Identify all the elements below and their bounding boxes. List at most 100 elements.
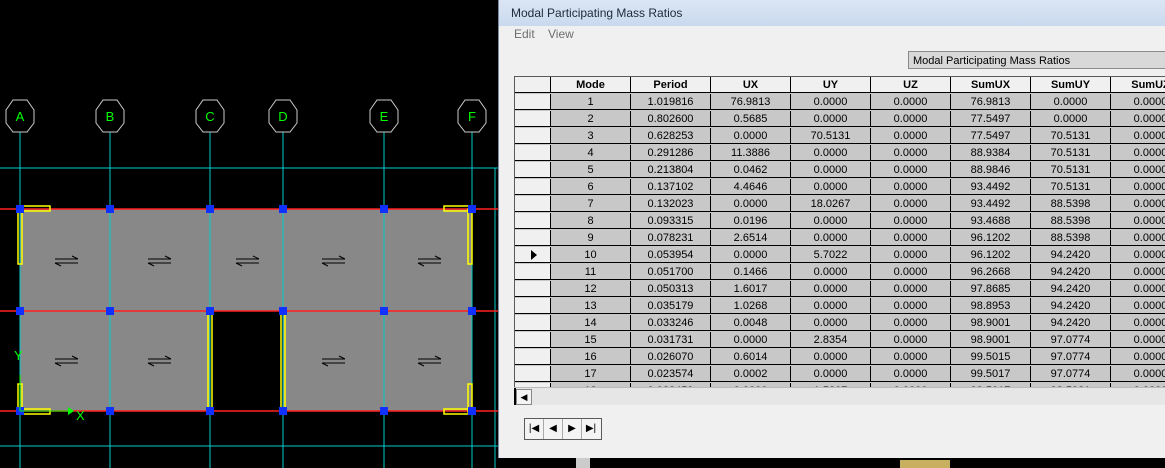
- table-cell[interactable]: 1.6017: [711, 281, 791, 297]
- table-cell[interactable]: 10: [551, 247, 631, 263]
- table-cell[interactable]: 0.0462: [711, 162, 791, 178]
- table-cell[interactable]: 0.0000: [791, 366, 871, 382]
- nav-prev-button[interactable]: ◀: [544, 419, 563, 439]
- table-row[interactable]: 13 0.035179 1.0268 0.0000 0.0000 98.8953 94.24…: [515, 298, 1165, 315]
- table-cell[interactable]: 9: [551, 230, 631, 246]
- table-cell[interactable]: 0.0000: [1111, 230, 1165, 246]
- column-header[interactable]: SumUX: [951, 77, 1031, 93]
- table-cell[interactable]: 0.0000: [1111, 247, 1165, 263]
- table-cell[interactable]: 0.0000: [791, 281, 871, 297]
- nav-last-button[interactable]: ▶|: [582, 419, 600, 439]
- table-cell[interactable]: 94.2420: [1031, 264, 1111, 280]
- table-select-dropdown[interactable]: Modal Participating Mass Ratios: [908, 51, 1165, 69]
- table-cell[interactable]: 70.5131: [1031, 128, 1111, 144]
- table-cell[interactable]: 0.0000: [871, 111, 951, 127]
- table-cell[interactable]: 0.0000: [871, 145, 951, 161]
- mass-ratio-table[interactable]: ModePeriodUXUYUZSumUXSumUYSumUZ11.019816…: [514, 76, 1165, 388]
- table-cell[interactable]: 99.5017: [951, 366, 1031, 382]
- table-cell[interactable]: 7: [551, 196, 631, 212]
- table-cell[interactable]: 2: [551, 111, 631, 127]
- table-cell[interactable]: 0.291286: [631, 145, 711, 161]
- table-cell[interactable]: 0.0000: [871, 230, 951, 246]
- table-cell[interactable]: 15: [551, 332, 631, 348]
- table-cell[interactable]: 0.0000: [791, 145, 871, 161]
- menu-edit[interactable]: Edit: [514, 27, 535, 41]
- row-selector[interactable]: [515, 349, 551, 365]
- table-cell[interactable]: 0.0000: [791, 162, 871, 178]
- table-cell[interactable]: 0.0002: [711, 366, 791, 382]
- table-cell[interactable]: 0.0000: [791, 213, 871, 229]
- table-cell[interactable]: 0.0000: [871, 162, 951, 178]
- table-cell[interactable]: 0.0000: [1111, 179, 1165, 195]
- table-cell[interactable]: 0.0000: [711, 128, 791, 144]
- table-row[interactable]: 11 0.051700 0.1466 0.0000 0.0000 96.2668 94.24…: [515, 264, 1165, 281]
- table-cell[interactable]: 0.051700: [631, 264, 711, 280]
- table-cell[interactable]: 0.0000: [791, 264, 871, 280]
- table-cell[interactable]: 5: [551, 162, 631, 178]
- modal-mass-ratios-window[interactable]: Modal Participating Mass Ratios Edit Vie…: [498, 0, 1165, 458]
- table-cell[interactable]: 0.0000: [871, 196, 951, 212]
- table-cell[interactable]: 0.802600: [631, 111, 711, 127]
- table-cell[interactable]: 96.1202: [951, 230, 1031, 246]
- table-cell[interactable]: 97.0774: [1031, 349, 1111, 365]
- row-selector[interactable]: [515, 366, 551, 382]
- row-selector[interactable]: [515, 179, 551, 195]
- table-cell[interactable]: 0.033246: [631, 315, 711, 331]
- table-cell[interactable]: 11.3886: [711, 145, 791, 161]
- table-cell[interactable]: 88.9846: [951, 162, 1031, 178]
- table-cell[interactable]: 93.4688: [951, 213, 1031, 229]
- table-cell[interactable]: 0.0000: [791, 230, 871, 246]
- table-cell[interactable]: 0.0000: [711, 247, 791, 263]
- scroll-left-button[interactable]: ◀: [516, 389, 532, 405]
- table-cell[interactable]: 0.0000: [871, 298, 951, 314]
- table-cell[interactable]: 0.093315: [631, 213, 711, 229]
- table-row[interactable]: 16 0.026070 0.6014 0.0000 0.0000 99.5015 97.07…: [515, 349, 1165, 366]
- table-cell[interactable]: 97.0774: [1031, 366, 1111, 382]
- table-cell[interactable]: 96.1202: [951, 247, 1031, 263]
- table-cell[interactable]: 70.5131: [1031, 179, 1111, 195]
- table-cell[interactable]: 97.0774: [1031, 332, 1111, 348]
- table-row[interactable]: 1 1.019816 76.9813 0.0000 0.0000 76.9813 0.000…: [515, 94, 1165, 111]
- table-row[interactable]: 9 0.078231 2.6514 0.0000 0.0000 96.1202 88.539…: [515, 230, 1165, 247]
- table-cell[interactable]: 0.137102: [631, 179, 711, 195]
- table-cell[interactable]: 88.5398: [1031, 196, 1111, 212]
- nav-next-button[interactable]: ▶: [563, 419, 582, 439]
- table-cell[interactable]: 14: [551, 315, 631, 331]
- table-cell[interactable]: 99.5015: [951, 349, 1031, 365]
- table-cell[interactable]: 0.628253: [631, 128, 711, 144]
- table-cell[interactable]: 17: [551, 366, 631, 382]
- column-header[interactable]: Mode: [551, 77, 631, 93]
- table-cell[interactable]: 0.0000: [1111, 196, 1165, 212]
- table-cell[interactable]: 0.5685: [711, 111, 791, 127]
- row-selector[interactable]: [515, 162, 551, 178]
- table-cell[interactable]: 1.019816: [631, 94, 711, 110]
- table-cell[interactable]: 0.053954: [631, 247, 711, 263]
- table-cell[interactable]: 93.4492: [951, 179, 1031, 195]
- table-cell[interactable]: 0.050313: [631, 281, 711, 297]
- table-cell[interactable]: 0.0000: [1111, 128, 1165, 144]
- table-row[interactable]: 7 0.132023 0.0000 18.0267 0.0000 93.4492 88.53…: [515, 196, 1165, 213]
- column-header[interactable]: SumUZ: [1111, 77, 1165, 93]
- table-row[interactable]: 17 0.023574 0.0002 0.0000 0.0000 99.5017 97.07…: [515, 366, 1165, 383]
- table-cell[interactable]: 0.1466: [711, 264, 791, 280]
- table-row[interactable]: 5 0.213804 0.0462 0.0000 0.0000 88.9846 70.513…: [515, 162, 1165, 179]
- table-cell[interactable]: 0.0000: [1111, 315, 1165, 331]
- table-row[interactable]: 8 0.093315 0.0196 0.0000 0.0000 93.4688 88.539…: [515, 213, 1165, 230]
- table-cell[interactable]: 94.2420: [1031, 281, 1111, 297]
- table-cell[interactable]: 8: [551, 213, 631, 229]
- table-cell[interactable]: 98.9001: [951, 332, 1031, 348]
- table-cell[interactable]: 0.078231: [631, 230, 711, 246]
- table-cell[interactable]: 4.4646: [711, 179, 791, 195]
- table-cell[interactable]: 2.6514: [711, 230, 791, 246]
- column-header[interactable]: UZ: [871, 77, 951, 93]
- menu-view[interactable]: View: [548, 27, 574, 41]
- table-cell[interactable]: 76.9813: [951, 94, 1031, 110]
- row-selector[interactable]: [515, 298, 551, 314]
- table-cell[interactable]: 0.0000: [1111, 366, 1165, 382]
- table-cell[interactable]: 5.7022: [791, 247, 871, 263]
- table-cell[interactable]: 77.5497: [951, 111, 1031, 127]
- table-cell[interactable]: 0.0000: [711, 332, 791, 348]
- table-cell[interactable]: 16: [551, 349, 631, 365]
- table-cell[interactable]: 76.9813: [711, 94, 791, 110]
- table-row[interactable]: 15 0.031731 0.0000 2.8354 0.0000 98.9001 97.07…: [515, 332, 1165, 349]
